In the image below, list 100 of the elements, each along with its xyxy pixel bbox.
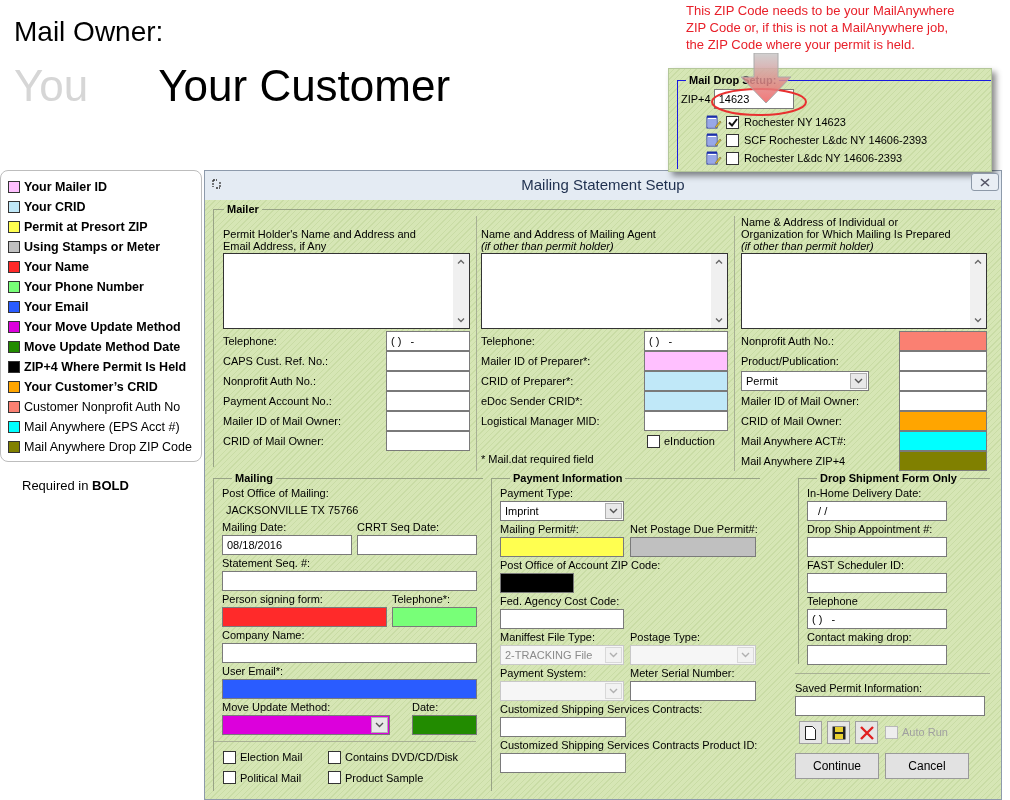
field-label: Mailing Permit#: (500, 522, 579, 537)
field-label: Telephone (807, 594, 858, 609)
checkbox[interactable] (328, 750, 341, 764)
dialog-button[interactable]: Cancel (885, 753, 969, 779)
field-label: Telephone: (223, 333, 277, 349)
input-field[interactable] (500, 609, 624, 629)
text-area[interactable] (223, 253, 470, 329)
delete-button[interactable] (855, 721, 878, 744)
dialog-button[interactable]: Continue (795, 753, 879, 779)
dropdown[interactable] (222, 715, 390, 735)
input-field[interactable] (899, 331, 987, 351)
notepad-icon[interactable] (706, 115, 722, 129)
checkbox[interactable] (726, 133, 739, 147)
check-icon (727, 117, 738, 127)
field-label: Saved Permit Information: (795, 681, 923, 696)
field-label: Statement Seq. #: (222, 556, 311, 571)
input-field[interactable] (386, 391, 470, 411)
input-field[interactable] (222, 643, 477, 663)
input-field[interactable] (644, 411, 728, 431)
chevron-down-icon[interactable] (715, 318, 723, 323)
checkbox[interactable] (223, 750, 236, 764)
input-field[interactable] (899, 451, 987, 471)
input-field[interactable]: / / (807, 501, 947, 521)
text-area[interactable] (481, 253, 728, 329)
input-field[interactable] (644, 391, 728, 411)
new-button[interactable] (799, 721, 822, 744)
checkbox[interactable] (726, 151, 739, 165)
checkbox[interactable] (726, 115, 739, 129)
checkbox-label: Rochester L&dc NY 14606-2393 (744, 150, 903, 166)
chevron-up-icon[interactable] (974, 259, 982, 264)
input-field[interactable] (500, 573, 574, 593)
input-field[interactable] (807, 645, 947, 665)
input-field[interactable] (899, 411, 987, 431)
group-title: Drop Shipment Form Only (819, 471, 958, 485)
checkbox[interactable] (647, 434, 660, 448)
input-field[interactable] (899, 391, 987, 411)
input-field[interactable] (899, 431, 987, 451)
field-label: Telephone: (481, 333, 535, 349)
save-button[interactable] (827, 721, 850, 744)
page-title: Mail Owner: (14, 16, 164, 48)
input-field[interactable] (412, 715, 477, 735)
footnote: * Mail.dat required field (481, 452, 594, 466)
chevron-down-icon[interactable] (974, 318, 982, 323)
input-field[interactable]: ( ) - (644, 331, 728, 351)
field-label: Fed. Agency Cost Code: (500, 594, 620, 609)
field-label: ZIP+4 (681, 91, 711, 107)
input-field[interactable] (500, 753, 626, 773)
input-field[interactable] (386, 371, 470, 391)
field-label: Mailing Date: (222, 520, 287, 535)
legend-label: Your CRID (24, 198, 86, 216)
legend-label: Your Name (24, 258, 90, 276)
input-field[interactable] (222, 607, 387, 627)
chevron-up-icon[interactable] (457, 259, 465, 264)
input-field[interactable] (630, 681, 756, 701)
input-field[interactable] (392, 607, 477, 627)
notepad-icon[interactable] (706, 151, 722, 165)
notepad-icon[interactable] (706, 133, 722, 147)
checkbox[interactable] (223, 771, 236, 785)
input-field[interactable] (500, 537, 624, 557)
legend-label: Using Stamps or Meter (24, 238, 161, 256)
input-field[interactable] (795, 696, 985, 716)
field-label: CRID of Mail Owner: (223, 433, 324, 449)
input-field[interactable] (644, 371, 728, 391)
dropdown[interactable]: Permit (741, 371, 869, 391)
chevron-up-icon[interactable] (715, 259, 723, 264)
column-note: (if other than permit holder) (741, 240, 875, 252)
input-field[interactable] (807, 537, 947, 557)
input-field[interactable] (500, 717, 626, 737)
window-title: Mailing Statement Setup (521, 175, 685, 196)
field-label: CRRT Seq Date: (357, 520, 440, 535)
caret-icon (609, 688, 618, 694)
chevron-down-icon[interactable] (457, 318, 465, 323)
input-field[interactable] (899, 371, 987, 391)
input-field[interactable] (899, 351, 987, 371)
field-label: CAPS Cust. Ref. No.: (223, 353, 329, 369)
checkbox-label: Product Sample (345, 770, 424, 786)
group-title: Mailer (226, 202, 260, 216)
checkbox[interactable] (328, 771, 341, 785)
dropdown[interactable]: Imprint (500, 501, 624, 521)
input-field[interactable] (222, 679, 477, 699)
field-label: Telephone*: (392, 592, 451, 607)
field-label: Move Update Method: (222, 700, 331, 715)
input-field[interactable] (630, 537, 756, 557)
input-field[interactable] (386, 351, 470, 371)
input-field[interactable] (644, 351, 728, 371)
input-field[interactable] (357, 535, 477, 555)
input-field[interactable] (386, 411, 470, 431)
input-field[interactable] (222, 571, 477, 591)
column-heading: Name and Address of Mailing Agent (481, 228, 657, 240)
input-field[interactable]: ( ) - (807, 609, 947, 629)
close-button[interactable] (971, 173, 999, 191)
text-area[interactable] (741, 253, 987, 329)
caret-icon (854, 378, 863, 384)
legend-label: Mail Anywhere Drop ZIP Code (24, 438, 192, 456)
field-label: Postage Type: (630, 630, 701, 645)
input-field[interactable] (807, 573, 947, 593)
input-field[interactable] (386, 431, 470, 451)
input-field[interactable]: 08/18/2016 (222, 535, 352, 555)
input-field[interactable]: ( ) - (386, 331, 470, 351)
field-label: In-Home Delivery Date: (807, 486, 922, 501)
